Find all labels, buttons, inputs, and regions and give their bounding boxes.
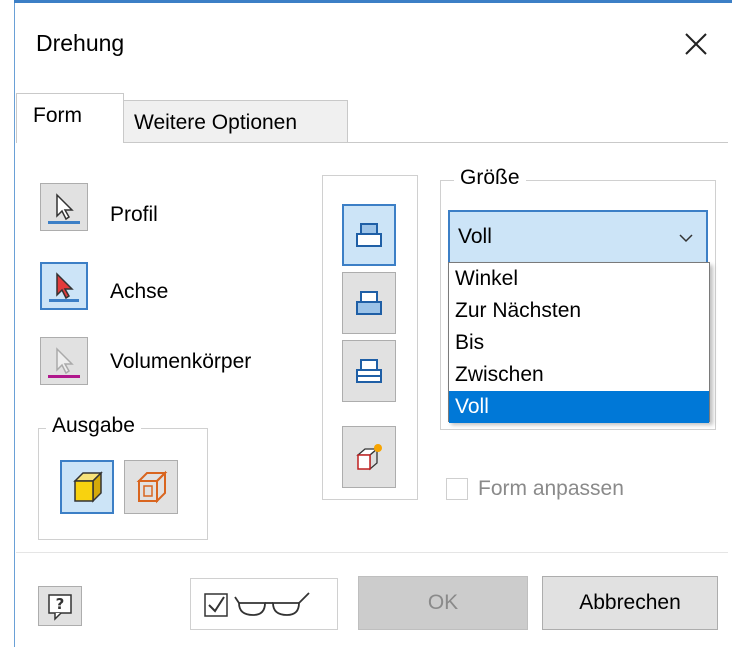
option-voll[interactable]: Voll	[449, 391, 709, 423]
solid-body-underline	[48, 375, 80, 378]
match-shape-checkbox[interactable]	[446, 478, 468, 500]
solid-body-label: Volumenkörper	[110, 350, 252, 373]
cancel-button[interactable]: Abbrechen	[542, 576, 718, 630]
direction-default-button[interactable]	[342, 204, 396, 266]
direction-flipped-button[interactable]	[342, 272, 396, 334]
dialog-title: Drehung	[36, 30, 125, 56]
asymmetric-cube-icon	[356, 444, 382, 471]
axis-select-button[interactable]	[40, 262, 88, 310]
option-zwischen[interactable]: Zwischen	[449, 359, 709, 391]
option-winkel[interactable]: Winkel	[449, 263, 709, 295]
direction-flipped-icon	[356, 291, 382, 315]
tab-weitere-optionen[interactable]: Weitere Optionen	[124, 100, 348, 143]
size-extent-dropdown[interactable]: Voll	[448, 210, 708, 264]
direction-asymmetric-button[interactable]	[342, 426, 396, 488]
match-shape-label: Form anpassen	[478, 477, 624, 500]
preview-glasses-icon	[204, 592, 310, 617]
tab-form[interactable]: Form	[16, 93, 124, 143]
help-button[interactable]: ?	[38, 586, 82, 626]
cursor-arrow-disabled-icon	[56, 347, 74, 375]
close-icon	[685, 33, 707, 55]
solid-output-button[interactable]	[60, 460, 114, 514]
option-zur-naechsten[interactable]: Zur Nächsten	[449, 295, 709, 327]
preview-toggle[interactable]	[190, 578, 338, 630]
revolve-dialog: Drehung Weitere Optionen Form Profil Ach…	[0, 0, 732, 647]
direction-symmetric-icon	[356, 359, 382, 383]
output-group-label: Ausgabe	[46, 414, 141, 438]
profile-label: Profil	[110, 203, 158, 226]
surface-output-button[interactable]	[124, 460, 178, 514]
direction-symmetric-button[interactable]	[342, 340, 396, 402]
cursor-arrow-icon	[56, 193, 74, 221]
size-extent-options: Winkel Zur Nächsten Bis Zwischen Voll	[448, 262, 710, 423]
ok-button[interactable]: OK	[358, 576, 528, 630]
profile-underline	[48, 221, 80, 224]
size-group-label: Größe	[454, 166, 526, 190]
solid-body-select-button[interactable]	[40, 337, 88, 385]
solid-cube-icon	[73, 471, 103, 503]
profile-select-button[interactable]	[40, 183, 88, 231]
surface-cube-icon	[136, 470, 168, 504]
footer-divider	[16, 552, 728, 553]
size-extent-value: Voll	[458, 225, 492, 248]
window-left-border	[14, 0, 15, 647]
close-button[interactable]	[676, 24, 716, 64]
axis-underline	[49, 299, 79, 302]
chevron-down-icon	[679, 234, 693, 243]
axis-label: Achse	[110, 280, 169, 303]
help-icon: ?	[48, 594, 72, 621]
direction-default-icon	[356, 223, 382, 247]
cursor-arrow-red-icon	[56, 272, 74, 300]
option-bis[interactable]: Bis	[449, 327, 709, 359]
svg-text:?: ?	[56, 595, 65, 613]
window-top-border	[14, 0, 732, 3]
